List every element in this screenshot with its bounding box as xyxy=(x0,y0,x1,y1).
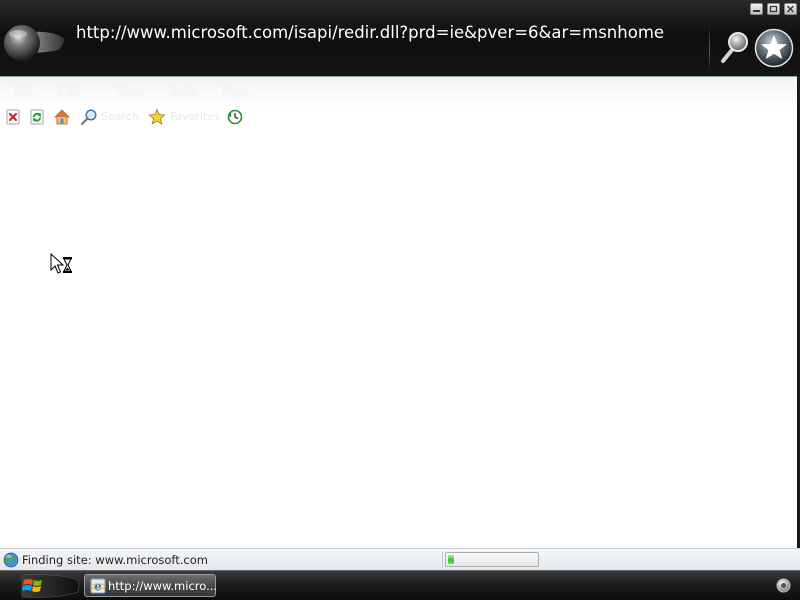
home-icon[interactable] xyxy=(53,108,71,126)
history-icon[interactable] xyxy=(226,108,244,126)
status-text: Finding site: www.microsoft.com xyxy=(22,553,208,567)
favorites-label[interactable]: Favorites xyxy=(170,110,220,123)
ie-icon: e xyxy=(90,578,106,594)
menu-file[interactable]: File xyxy=(14,85,58,99)
close-button[interactable] xyxy=(784,3,797,15)
maximize-button[interactable] xyxy=(767,3,780,15)
chrome-top-edge xyxy=(0,76,800,77)
globe-icon xyxy=(3,552,19,568)
menu-tools[interactable]: Tools xyxy=(168,85,222,99)
tray-icon[interactable] xyxy=(776,578,791,593)
title-divider xyxy=(709,26,710,72)
search-label[interactable]: Search xyxy=(101,110,139,123)
menu-edit[interactable]: Edit xyxy=(58,85,116,99)
refresh-icon[interactable] xyxy=(28,108,46,126)
search-icon[interactable] xyxy=(80,108,98,126)
start-button[interactable] xyxy=(8,572,80,600)
favorites-star-icon[interactable] xyxy=(754,28,794,68)
taskbar-ie-button[interactable]: e http://www.micro... xyxy=(84,574,218,597)
busy-cursor-icon xyxy=(50,253,72,274)
page-content[interactable] xyxy=(0,128,798,548)
browser-orb-icon xyxy=(4,25,64,61)
minimize-icon xyxy=(753,10,760,12)
address-url[interactable]: http://www.microsoft.com/isapi/redir.dll… xyxy=(76,23,664,42)
menu-bar: File Edit View Tools Help xyxy=(14,85,262,99)
status-separator xyxy=(442,552,443,568)
screen: http://www.microsoft.com/isapi/redir.dll… xyxy=(0,0,800,600)
menu-view[interactable]: View xyxy=(116,85,168,99)
progress-bar xyxy=(445,552,539,567)
taskbar-ie-label: http://www.micro... xyxy=(108,579,218,593)
status-bar: Finding site: www.microsoft.com xyxy=(0,548,800,570)
toolbar: Search Favorites xyxy=(0,106,798,128)
search-icon[interactable] xyxy=(720,30,750,64)
favorites-icon[interactable] xyxy=(148,108,166,126)
taskbar: e http://www.micro... xyxy=(0,570,800,600)
menu-help[interactable]: Help xyxy=(222,85,262,99)
stop-icon[interactable] xyxy=(4,108,22,126)
progress-fill xyxy=(448,555,454,564)
minimize-button[interactable] xyxy=(750,3,763,15)
close-icon xyxy=(787,5,794,13)
title-bar: http://www.microsoft.com/isapi/redir.dll… xyxy=(0,0,800,76)
maximize-icon xyxy=(769,5,778,13)
svg-text:e: e xyxy=(94,580,102,594)
